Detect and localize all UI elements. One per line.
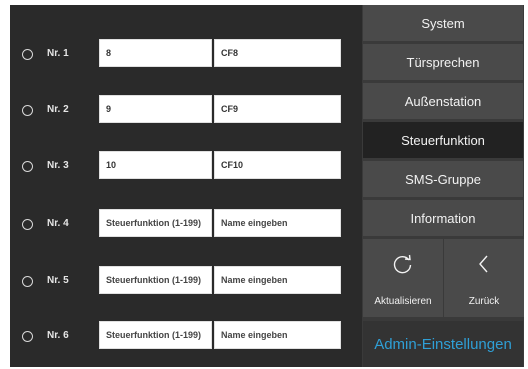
name-field[interactable]: CF10	[214, 151, 341, 179]
row-nr-3: Nr. 3 10 CF10	[10, 151, 360, 185]
menu-item-information[interactable]: Information	[363, 200, 523, 236]
name-field[interactable]: Name eingeben	[214, 266, 341, 294]
name-field[interactable]: CF8	[214, 39, 341, 67]
control-function-field[interactable]: 8	[99, 39, 212, 67]
row-nr-2: Nr. 2 9 CF9	[10, 95, 360, 129]
back-label: Zurück	[468, 296, 500, 307]
name-field[interactable]: Name eingeben	[214, 209, 341, 237]
radio-nr-4[interactable]	[22, 219, 33, 230]
row-nr-4: Nr. 4 Steuerfunktion (1-199) Name eingeb…	[10, 209, 360, 243]
refresh-icon	[363, 253, 443, 280]
settings-menu: System Türsprechen Außenstation Steuerfu…	[362, 5, 524, 367]
control-function-field[interactable]: Steuerfunktion (1-199)	[99, 266, 212, 294]
control-function-field[interactable]: Steuerfunktion (1-199)	[99, 321, 212, 349]
row-label: Nr. 5	[47, 275, 69, 286]
menu-item-sms-group[interactable]: SMS-Gruppe	[363, 161, 523, 197]
menu-item-door-intercom[interactable]: Türsprechen	[363, 44, 523, 80]
name-field[interactable]: Name eingeben	[214, 321, 341, 349]
menu-item-control-function[interactable]: Steuerfunktion	[363, 122, 523, 158]
row-label: Nr. 2	[47, 104, 69, 115]
row-nr-1: Nr. 1 8 CF8	[10, 39, 360, 73]
app-screen: Nr. 1 8 CF8 Nr. 2 9 CF9 Nr. 3 10 CF10 Nr…	[10, 5, 524, 367]
radio-nr-5[interactable]	[22, 276, 33, 287]
radio-nr-6[interactable]	[22, 331, 33, 342]
refresh-button[interactable]: Aktualisieren	[363, 239, 443, 317]
radio-nr-2[interactable]	[22, 105, 33, 116]
row-nr-5: Nr. 5 Steuerfunktion (1-199) Name eingeb…	[10, 266, 360, 300]
row-label: Nr. 4	[47, 218, 69, 229]
menu-item-system[interactable]: System	[363, 5, 523, 41]
control-function-field[interactable]: Steuerfunktion (1-199)	[99, 209, 212, 237]
name-field[interactable]: CF9	[214, 95, 341, 123]
radio-nr-1[interactable]	[22, 49, 33, 60]
back-button[interactable]: Zurück	[444, 239, 524, 317]
row-label: Nr. 1	[47, 48, 69, 59]
row-nr-6: Nr. 6 Steuerfunktion (1-199) Name eingeb…	[10, 321, 360, 355]
refresh-label: Aktualisieren	[374, 296, 432, 307]
row-label: Nr. 3	[47, 160, 69, 171]
row-label: Nr. 6	[47, 330, 69, 341]
menu-item-outdoor-station[interactable]: Außenstation	[363, 83, 523, 119]
admin-settings-title: Admin-Einstellungen	[363, 321, 523, 367]
chevron-left-icon	[444, 253, 524, 280]
control-function-field[interactable]: 9	[99, 95, 212, 123]
radio-nr-3[interactable]	[22, 161, 33, 172]
control-function-field[interactable]: 10	[99, 151, 212, 179]
